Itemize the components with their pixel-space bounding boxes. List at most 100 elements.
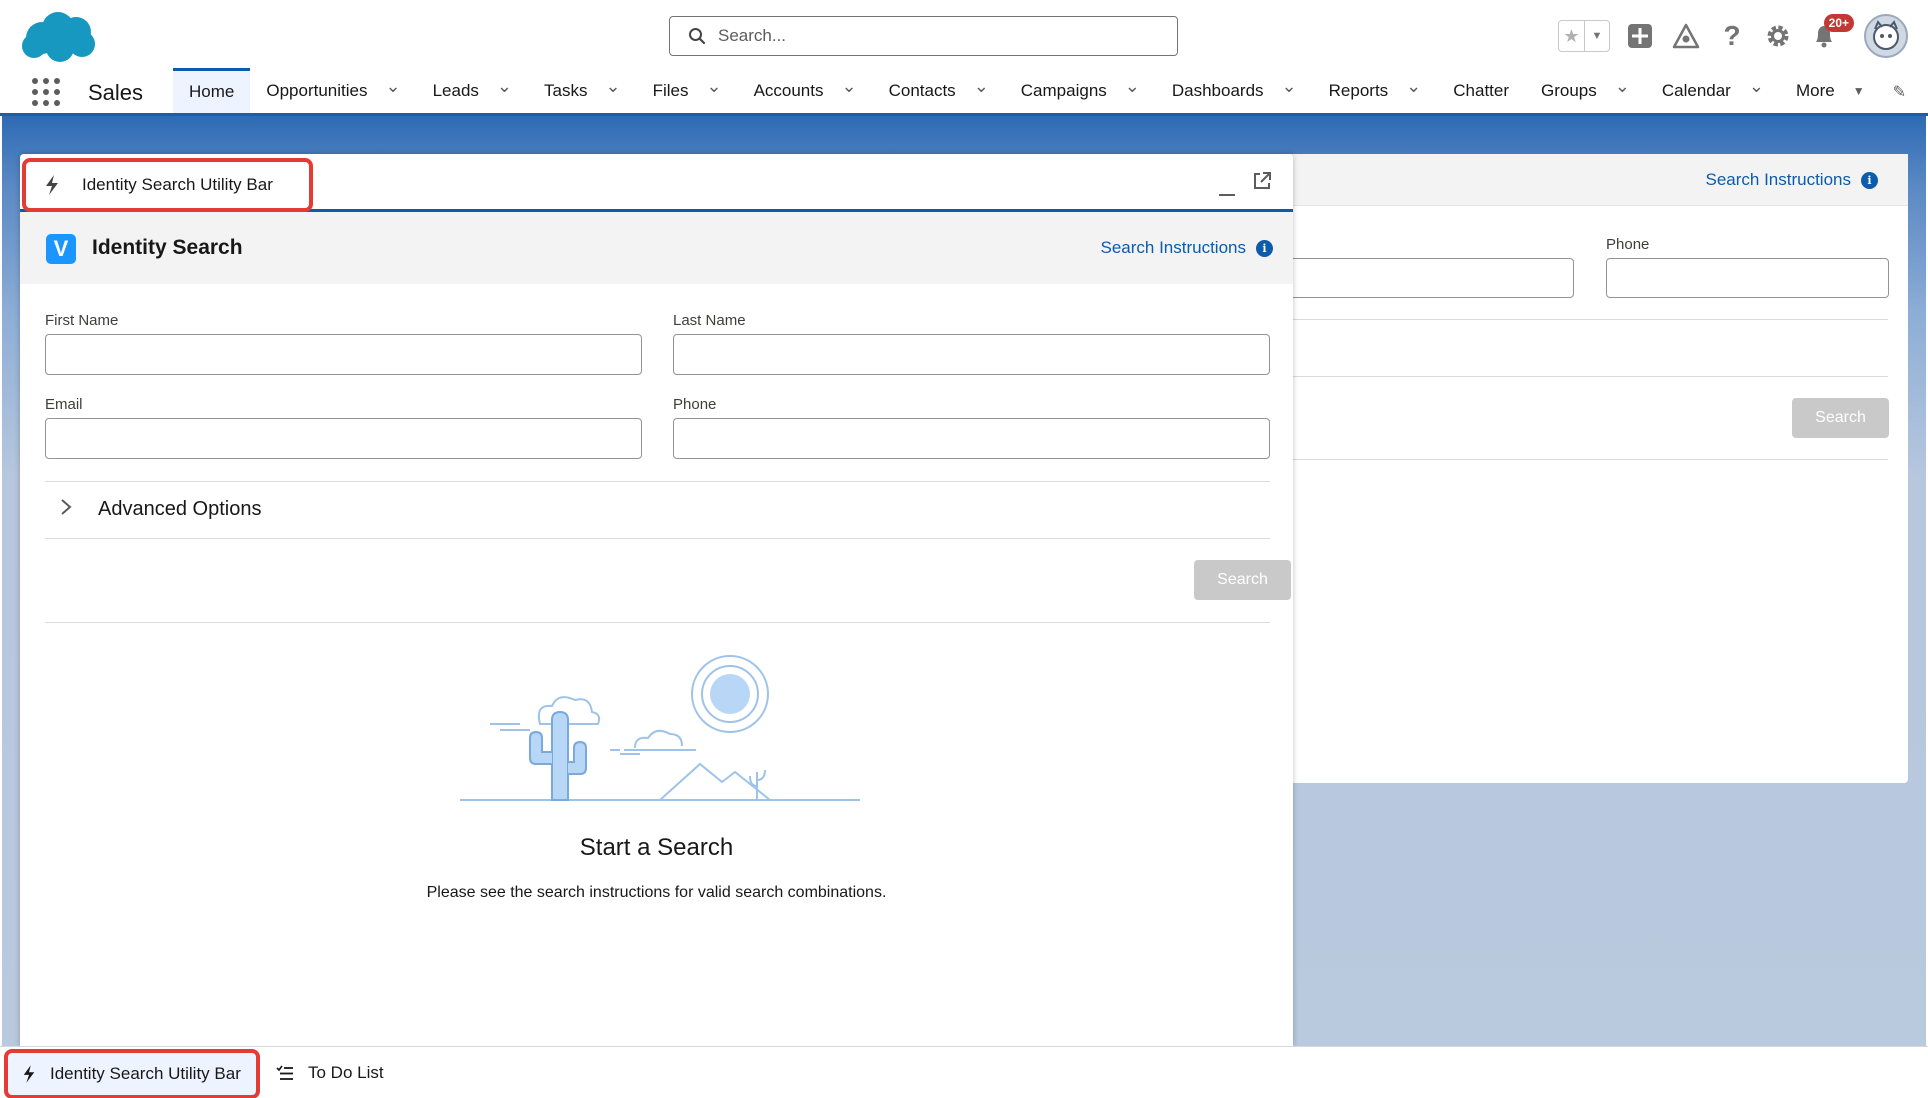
chevron-down-icon[interactable]: ⌄ bbox=[842, 76, 857, 97]
minimize-icon[interactable] bbox=[1217, 176, 1237, 196]
empty-state-desert-illustration bbox=[460, 655, 860, 801]
nav-item-label: Accounts bbox=[753, 80, 824, 100]
identity-search-logo: V bbox=[46, 234, 76, 264]
chevron-down-icon[interactable]: ⌄ bbox=[1615, 76, 1630, 97]
nav-item-campaigns[interactable]: Campaigns ⌄ bbox=[1005, 68, 1156, 113]
nav-item-label: Calendar bbox=[1661, 80, 1731, 100]
chevron-down-icon[interactable]: ⌄ bbox=[605, 76, 620, 97]
chevron-down-icon[interactable]: ⌄ bbox=[1125, 76, 1140, 97]
phone-field[interactable] bbox=[673, 418, 1270, 459]
chevron-down-icon[interactable]: ⌄ bbox=[497, 76, 512, 97]
edit-nav-icon[interactable]: ✎ bbox=[1893, 82, 1906, 102]
nav-item-label: Tasks bbox=[544, 80, 588, 100]
app-nav-bar: Sales Home Opportunities ⌄ Leads ⌄ Tasks ⌄ File… bbox=[0, 68, 1928, 116]
chevron-down-icon[interactable]: ⌄ bbox=[1749, 76, 1764, 97]
background-search-instructions-link[interactable]: Search Instructions i bbox=[1705, 170, 1878, 190]
search-icon bbox=[689, 28, 706, 45]
nav-item-contacts[interactable]: Contacts ⌄ bbox=[873, 68, 1005, 113]
divider bbox=[1288, 376, 1888, 377]
lightning-bolt-icon bbox=[46, 175, 58, 195]
search-instructions-link[interactable]: Search Instructions i bbox=[1100, 238, 1273, 258]
chevron-down-icon[interactable]: ⌄ bbox=[974, 76, 989, 97]
nav-item-label: Reports bbox=[1328, 80, 1389, 100]
background-phone-field[interactable] bbox=[1606, 258, 1889, 298]
advanced-options-label: Advanced Options bbox=[98, 498, 262, 520]
nav-item-dashboards[interactable]: Dashboards ⌄ bbox=[1156, 68, 1313, 113]
nav-item-more[interactable]: More ▼ bbox=[1780, 68, 1881, 113]
favorites-group: ★ ▼ bbox=[1558, 20, 1610, 52]
chevron-down-icon[interactable]: ⌄ bbox=[706, 76, 721, 97]
background-last-name-field[interactable] bbox=[1278, 258, 1574, 298]
utility-panel-title: Identity Search Utility Bar bbox=[82, 175, 273, 194]
utility-item-label: Identity Search Utility Bar bbox=[50, 1064, 241, 1083]
nav-item-label: Contacts bbox=[888, 80, 956, 100]
gear-icon[interactable] bbox=[1762, 20, 1794, 52]
chevron-down-icon[interactable]: ▼ bbox=[1585, 21, 1609, 51]
utility-item-to-do-list[interactable]: To Do List bbox=[276, 1047, 384, 1098]
utility-item-label: To Do List bbox=[308, 1063, 384, 1082]
chevron-down-icon[interactable]: ⌄ bbox=[1282, 76, 1297, 97]
task-list-icon bbox=[276, 1065, 293, 1080]
utility-panel-title-highlight: Identity Search Utility Bar bbox=[22, 158, 313, 212]
nav-item-label: Chatter bbox=[1453, 80, 1510, 100]
help-icon[interactable]: ? bbox=[1716, 20, 1748, 52]
utility-panel: Identity Search Utility Bar V Identity S… bbox=[20, 154, 1293, 1046]
background-identity-search-card: Search Instructions i Phone Search bbox=[1278, 154, 1908, 783]
component-header: V Identity Search Search Instructions i bbox=[20, 212, 1293, 284]
last-name-field[interactable] bbox=[673, 334, 1270, 375]
nav-item-tasks[interactable]: Tasks ⌄ bbox=[528, 68, 637, 113]
first-name-field[interactable] bbox=[45, 334, 642, 375]
nav-item-groups[interactable]: Groups ⌄ bbox=[1525, 68, 1646, 113]
background-card-header: Search Instructions i bbox=[1288, 154, 1908, 206]
nav-item-label: Leads bbox=[432, 80, 479, 100]
notification-badge: 20+ bbox=[1823, 14, 1854, 32]
plus-icon[interactable] bbox=[1624, 20, 1656, 52]
star-icon[interactable]: ★ bbox=[1559, 21, 1585, 51]
trailhead-icon[interactable] bbox=[1670, 20, 1702, 52]
divider bbox=[45, 481, 1270, 482]
nav-item-calendar[interactable]: Calendar ⌄ bbox=[1646, 68, 1780, 113]
nav-items: Home Opportunities ⌄ Leads ⌄ Tasks ⌄ Files ⌄ Acco… bbox=[173, 68, 1881, 113]
nav-item-home[interactable]: Home bbox=[173, 68, 251, 113]
info-icon: i bbox=[1861, 171, 1878, 189]
phone-label: Phone bbox=[673, 396, 717, 413]
app-name: Sales bbox=[88, 80, 144, 105]
last-name-label: Last Name bbox=[673, 312, 746, 329]
nav-item-label: Opportunities bbox=[266, 80, 368, 100]
advanced-options-toggle[interactable]: Advanced Options bbox=[60, 498, 261, 521]
divider bbox=[1288, 319, 1888, 320]
utility-bar: Identity Search Utility Bar To Do List bbox=[0, 1046, 1928, 1098]
nav-item-leads[interactable]: Leads ⌄ bbox=[417, 68, 528, 113]
salesforce-cloud-logo[interactable] bbox=[20, 8, 98, 64]
pop-out-icon[interactable] bbox=[1251, 170, 1273, 192]
bell-icon[interactable]: 20+ bbox=[1808, 14, 1854, 52]
nav-item-accounts[interactable]: Accounts ⌄ bbox=[738, 68, 873, 113]
app-launcher-icon[interactable] bbox=[32, 78, 60, 106]
avatar[interactable] bbox=[1864, 14, 1908, 58]
search-instructions-label: Search Instructions bbox=[1100, 238, 1246, 257]
email-field[interactable] bbox=[45, 418, 642, 459]
caret-down-icon[interactable]: ▼ bbox=[1853, 84, 1865, 98]
empty-state-message: Please see the search instructions for v… bbox=[426, 884, 887, 901]
divider bbox=[1288, 459, 1888, 460]
search-button[interactable]: Search bbox=[1194, 560, 1291, 600]
divider bbox=[45, 622, 1270, 623]
chevron-down-icon[interactable]: ⌄ bbox=[385, 76, 400, 97]
utility-panel-header: Identity Search Utility Bar bbox=[20, 154, 1293, 212]
nav-item-label: Groups bbox=[1541, 80, 1597, 100]
background-search-button[interactable]: Search bbox=[1792, 398, 1889, 438]
nav-item-label: Home bbox=[189, 82, 235, 101]
utility-item-identity-search[interactable]: Identity Search Utility Bar bbox=[4, 1049, 260, 1098]
global-header: Search... ★ ▼ ? 20+ bbox=[0, 0, 1928, 68]
global-search-input[interactable]: Search... bbox=[669, 16, 1178, 56]
nav-item-chatter[interactable]: Chatter bbox=[1437, 68, 1525, 113]
chevron-right-icon bbox=[60, 498, 74, 521]
email-label: Email bbox=[45, 396, 83, 413]
nav-item-reports[interactable]: Reports ⌄ bbox=[1313, 68, 1438, 113]
lightning-bolt-icon bbox=[23, 1065, 35, 1083]
first-name-label: First Name bbox=[45, 312, 119, 329]
nav-item-opportunities[interactable]: Opportunities ⌄ bbox=[250, 68, 416, 113]
nav-item-files[interactable]: Files ⌄ bbox=[637, 68, 738, 113]
chevron-down-icon[interactable]: ⌄ bbox=[1406, 76, 1421, 97]
nav-item-label: Dashboards bbox=[1171, 80, 1264, 100]
